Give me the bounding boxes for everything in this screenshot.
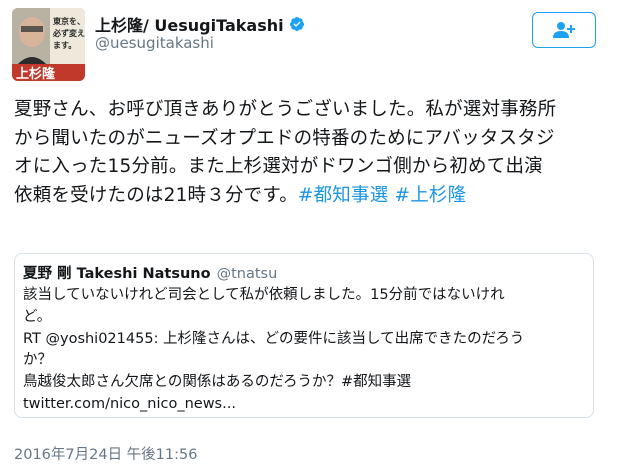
quoted-line: 該当していないけれど司会として私が依頼しました。15分前ではないけれ xyxy=(23,287,505,303)
avatar[interactable]: 東京を、 必ず変え ます。 上杉隆 xyxy=(12,8,85,81)
tweet-page: 東京を、 必ず変え ます。 上杉隆 上杉隆/ UesugiTakashi @ue… xyxy=(0,0,640,473)
tweet-timestamp[interactable]: 2016年7月24日 午後11:56 xyxy=(14,443,197,464)
avatar-image: 東京を、 必ず変え ます。 上杉隆 xyxy=(12,8,85,81)
quoted-tweet[interactable]: 夏野 剛 Takeshi Natsuno @tnatsu 該当していないけれど司会… xyxy=(14,253,594,418)
quoted-link[interactable]: twitter.com/nico_nico_news... xyxy=(23,394,583,416)
avatar-book-name: 上杉隆 xyxy=(16,66,56,81)
quoted-author-name: 夏野 剛 Takeshi Natsuno xyxy=(23,266,211,282)
add-user-icon xyxy=(553,22,575,38)
quoted-line: RT @yoshi021455: 上杉隆さんは、どの要件に該当して出席できたのだ… xyxy=(23,330,525,347)
avatar-caption-2: 必ず変え xyxy=(52,28,85,38)
tweet-line: から聞いたのがニューズオプエドの特番のためにアバッタスタジ xyxy=(14,127,555,149)
follow-button[interactable] xyxy=(532,12,596,48)
tweet-line: オに入った15分前。また上杉選対がドワンゴ側から初めて出演 xyxy=(14,156,543,177)
verified-badge-icon xyxy=(289,17,304,31)
avatar-caption-1: 東京を、 xyxy=(53,16,85,26)
quoted-author-handle: @tnatsu xyxy=(216,266,278,282)
tweet-line-text: 依頼を受けたのは21時３分です。 xyxy=(14,184,298,206)
tweet-text: 夏野さん、お呼び頂きありがとうございました。私が選対事務所 から聞いたのがニュー… xyxy=(14,96,626,210)
tweet-line: 夏野さん、お呼び頂きありがとうございました。私が選対事務所 xyxy=(14,99,557,120)
author-handle[interactable]: @uesugitakashi xyxy=(95,34,214,52)
avatar-caption-3: ます。 xyxy=(53,41,76,50)
quoted-line: ど。 xyxy=(23,308,52,325)
author-name-row[interactable]: 上杉隆/ UesugiTakashi xyxy=(95,12,305,36)
hashtag-uesugi[interactable]: #上杉隆 xyxy=(395,185,467,206)
quoted-tweet-text: 該当していないけれど司会として私が依頼しました。15分前ではないけれ ど。 RT… xyxy=(23,285,583,416)
hashtag-tokyo-election[interactable]: #都知事選 xyxy=(298,185,389,206)
quoted-line: 鳥越俊太郎さん欠席との関係はあるのだろうか？#都知事選 xyxy=(23,374,412,391)
author-display-name[interactable]: 上杉隆/ UesugiTakashi xyxy=(95,12,284,36)
quoted-tweet-header: 夏野 剛 Takeshi Natsuno @tnatsu xyxy=(23,262,277,283)
quoted-line: か？ xyxy=(23,352,52,369)
tweet-line-last: 依頼を受けたのは21時３分です。#都知事選 #上杉隆 xyxy=(14,182,626,211)
